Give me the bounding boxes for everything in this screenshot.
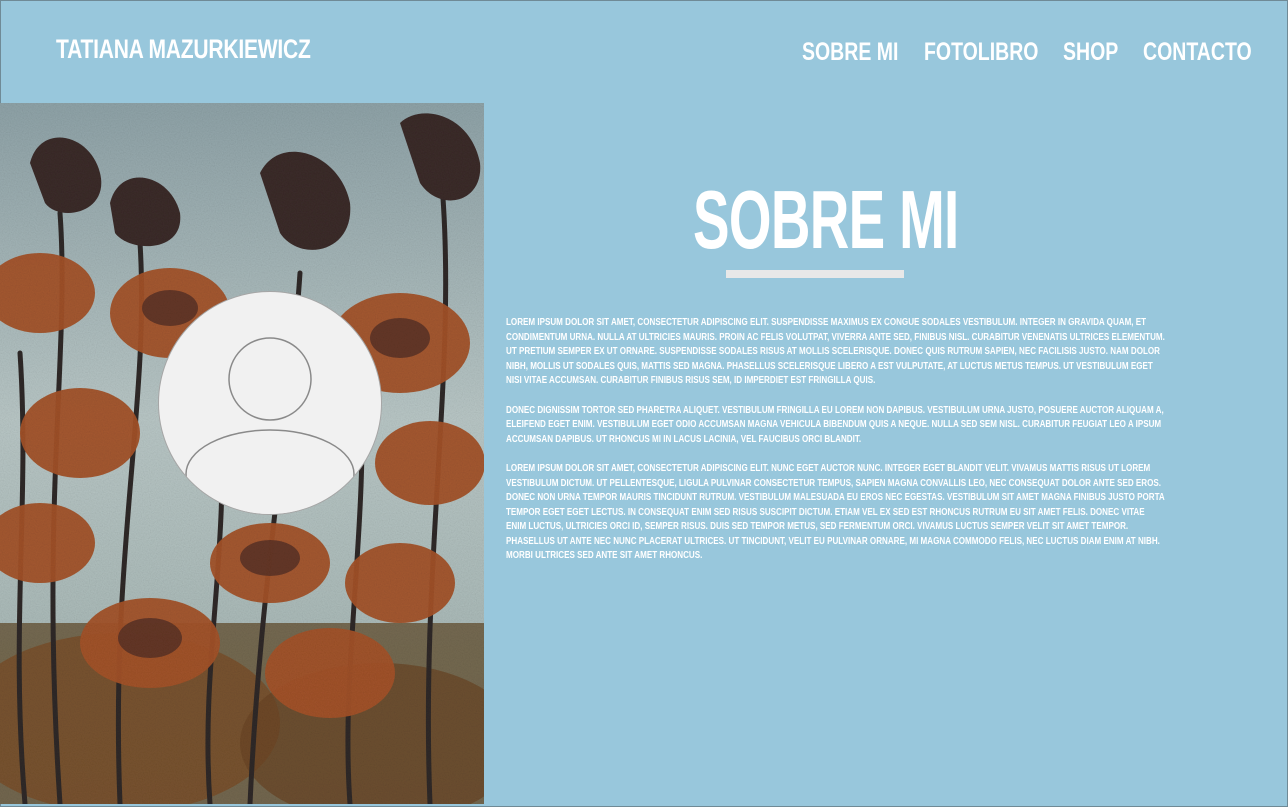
paragraph: Lorem ipsum dolor sit amet, consectetur … xyxy=(506,316,1165,386)
paragraph: Donec dignissim tortor sed pharetra aliq… xyxy=(506,403,1164,445)
user-placeholder-icon xyxy=(158,291,382,515)
nav-item-contacto[interactable]: CONTACTO xyxy=(1143,38,1252,67)
nav-item-shop[interactable]: SHOP xyxy=(1063,38,1118,67)
title-underline xyxy=(726,270,904,278)
page-title: SOBRE MI xyxy=(693,173,959,266)
nav-item-sobre-mi[interactable]: SOBRE MI xyxy=(802,38,898,67)
nav-item-fotolibro[interactable]: FOTOLIBRO xyxy=(924,38,1038,67)
site-logo[interactable]: TATIANA MAZURKIEWICZ xyxy=(56,34,311,65)
paragraph: Lorem ipsum dolor sit amet, consectetur … xyxy=(506,462,1165,561)
about-text: Lorem ipsum dolor sit amet, consectetur … xyxy=(506,315,1166,578)
